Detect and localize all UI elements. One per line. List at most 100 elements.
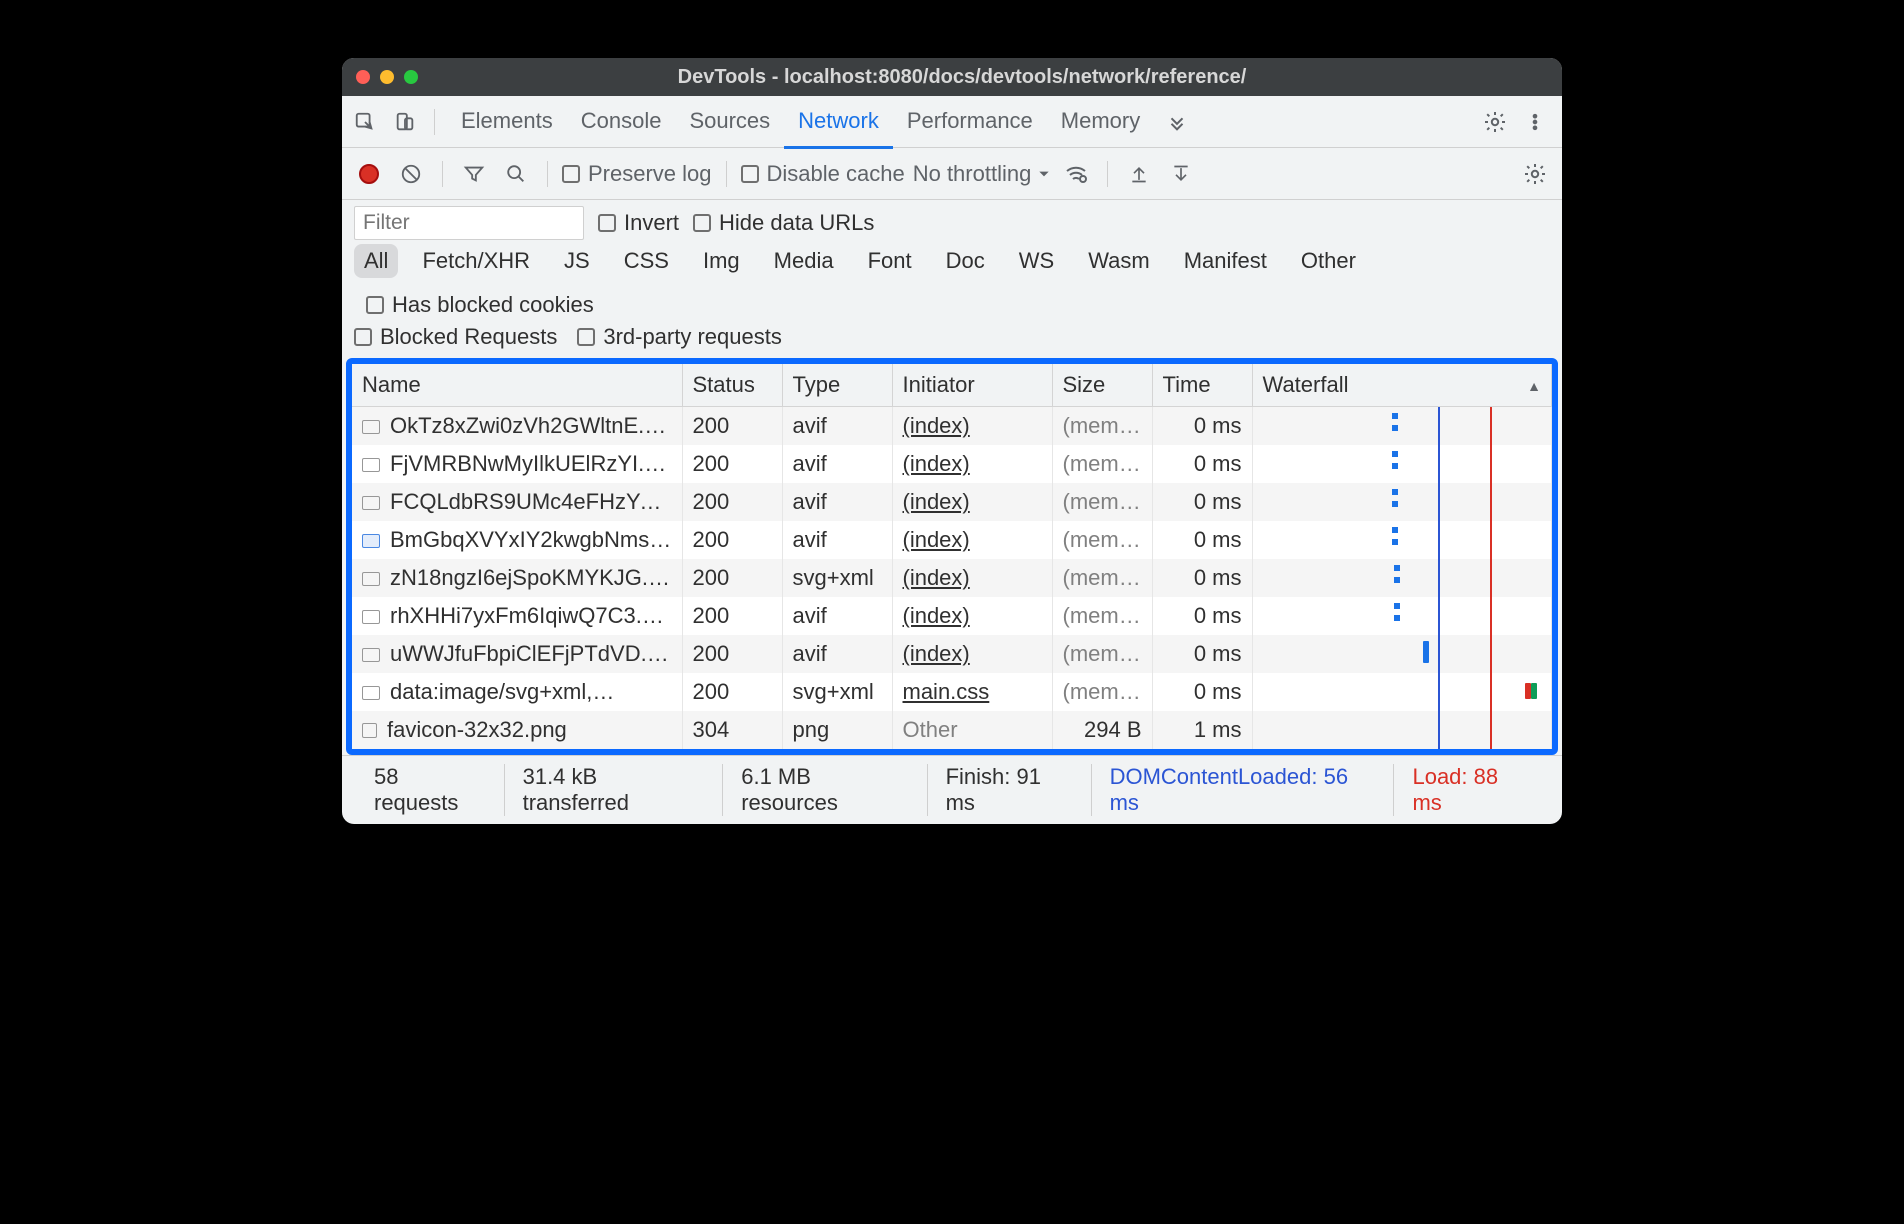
cell-waterfall (1252, 711, 1552, 749)
cell-name[interactable]: favicon-32x32.png (352, 711, 682, 749)
initiator-link[interactable]: (index) (903, 413, 970, 438)
network-settings-icon[interactable] (1518, 157, 1552, 191)
cell-name[interactable]: rhXHHi7yxFm6IqiwQ7C3.p… (352, 597, 682, 635)
column-size[interactable]: Size (1052, 364, 1152, 407)
type-filter-all[interactable]: All (354, 244, 398, 278)
tab-memory[interactable]: Memory (1047, 96, 1154, 148)
cell-time: 0 ms (1152, 635, 1252, 673)
column-initiator[interactable]: Initiator (892, 364, 1052, 407)
initiator-link[interactable]: main.css (903, 679, 990, 704)
cell-initiator[interactable]: (index) (892, 407, 1052, 446)
initiator-link[interactable]: (index) (903, 451, 970, 476)
export-har-icon[interactable] (1164, 157, 1198, 191)
kebab-menu-icon[interactable] (1518, 105, 1552, 139)
tab-sources[interactable]: Sources (675, 96, 784, 148)
preserve-log-label: Preserve log (588, 161, 712, 187)
type-filter-css[interactable]: CSS (614, 244, 679, 278)
cell-name[interactable]: zN18ngzI6ejSpoKMYKJG.s… (352, 559, 682, 597)
cell-name[interactable]: data:image/svg+xml,… (352, 673, 682, 711)
cell-initiator[interactable]: (index) (892, 483, 1052, 521)
type-filter-other[interactable]: Other (1291, 244, 1366, 278)
cell-status: 304 (682, 711, 782, 749)
preserve-log-checkbox[interactable]: Preserve log (562, 161, 712, 187)
third-party-checkbox[interactable]: 3rd-party requests (577, 324, 782, 350)
cell-size: (mem… (1052, 445, 1152, 483)
invert-checkbox[interactable]: Invert (598, 210, 679, 236)
cell-time: 1 ms (1152, 711, 1252, 749)
cell-initiator[interactable]: main.css (892, 673, 1052, 711)
cell-name[interactable]: FCQLdbRS9UMc4eFHzYvI… (352, 483, 682, 521)
filter-icon[interactable] (457, 157, 491, 191)
initiator-link[interactable]: (index) (903, 527, 970, 552)
close-icon[interactable] (356, 70, 370, 84)
tab-performance[interactable]: Performance (893, 96, 1047, 148)
type-filter-wasm[interactable]: Wasm (1078, 244, 1160, 278)
more-tabs-icon[interactable] (1160, 105, 1194, 139)
cell-name[interactable]: uWWJfuFbpiClEFjPTdVD.p… (352, 635, 682, 673)
request-row[interactable]: OkTz8xZwi0zVh2GWltnE.p…200avif(index)(me… (352, 407, 1552, 446)
type-filter-doc[interactable]: Doc (936, 244, 995, 278)
has-blocked-cookies-checkbox[interactable]: Has blocked cookies (366, 292, 594, 318)
cell-initiator[interactable]: (index) (892, 445, 1052, 483)
tab-network[interactable]: Network (784, 96, 893, 149)
column-name[interactable]: Name (352, 364, 682, 407)
column-status[interactable]: Status (682, 364, 782, 407)
type-filter-fetch-xhr[interactable]: Fetch/XHR (412, 244, 540, 278)
tab-elements[interactable]: Elements (447, 96, 567, 148)
cell-size: (mem… (1052, 483, 1152, 521)
settings-icon[interactable] (1478, 105, 1512, 139)
summary-load: Load: 88 ms (1393, 764, 1548, 816)
request-row[interactable]: zN18ngzI6ejSpoKMYKJG.s…200svg+xml(index)… (352, 559, 1552, 597)
hide-data-urls-checkbox[interactable]: Hide data URLs (693, 210, 874, 236)
tab-console[interactable]: Console (567, 96, 676, 148)
throttling-select[interactable]: No throttling (913, 161, 1052, 187)
network-conditions-icon[interactable] (1059, 157, 1093, 191)
blocked-requests-checkbox[interactable]: Blocked Requests (354, 324, 557, 350)
cell-status: 200 (682, 521, 782, 559)
request-row[interactable]: uWWJfuFbpiClEFjPTdVD.p…200avif(index)(me… (352, 635, 1552, 673)
cell-initiator[interactable]: (index) (892, 559, 1052, 597)
request-row[interactable]: FjVMRBNwMyIlkUElRzYI.p…200avif(index)(me… (352, 445, 1552, 483)
summary-resources: 6.1 MB resources (722, 764, 926, 816)
cell-waterfall (1252, 559, 1552, 597)
cell-size: (mem… (1052, 559, 1152, 597)
type-filter-ws[interactable]: WS (1009, 244, 1064, 278)
request-row[interactable]: BmGbqXVYxIY2kwgbNms…200avif(index)(mem…0… (352, 521, 1552, 559)
request-row[interactable]: FCQLdbRS9UMc4eFHzYvI…200avif(index)(mem…… (352, 483, 1552, 521)
cell-initiator[interactable]: (index) (892, 597, 1052, 635)
request-row[interactable]: favicon-32x32.png304pngOther294 B1 ms (352, 711, 1552, 749)
type-filter-media[interactable]: Media (764, 244, 844, 278)
import-har-icon[interactable] (1122, 157, 1156, 191)
cell-waterfall (1252, 407, 1552, 446)
cell-name[interactable]: OkTz8xZwi0zVh2GWltnE.p… (352, 407, 682, 446)
disable-cache-checkbox[interactable]: Disable cache (741, 161, 905, 187)
file-type-icon (362, 686, 380, 700)
requests-table: NameStatusTypeInitiatorSizeTimeWaterfall… (346, 358, 1558, 755)
cell-type: svg+xml (782, 559, 892, 597)
initiator-link[interactable]: (index) (903, 489, 970, 514)
clear-icon[interactable] (394, 157, 428, 191)
column-time[interactable]: Time (1152, 364, 1252, 407)
type-filter-manifest[interactable]: Manifest (1174, 244, 1277, 278)
cell-initiator[interactable]: (index) (892, 635, 1052, 673)
inspect-element-icon[interactable] (348, 105, 382, 139)
initiator-link[interactable]: (index) (903, 641, 970, 666)
initiator-link[interactable]: (index) (903, 565, 970, 590)
type-filter-font[interactable]: Font (858, 244, 922, 278)
column-waterfall[interactable]: Waterfall (1252, 364, 1552, 407)
type-filter-js[interactable]: JS (554, 244, 600, 278)
request-row[interactable]: rhXHHi7yxFm6IqiwQ7C3.p…200avif(index)(me… (352, 597, 1552, 635)
separator (434, 109, 435, 135)
type-filter-img[interactable]: Img (693, 244, 750, 278)
cell-name[interactable]: BmGbqXVYxIY2kwgbNms… (352, 521, 682, 559)
column-type[interactable]: Type (782, 364, 892, 407)
summary-finish: Finish: 91 ms (927, 764, 1091, 816)
cell-name[interactable]: FjVMRBNwMyIlkUElRzYI.p… (352, 445, 682, 483)
filter-input[interactable] (354, 206, 584, 240)
cell-initiator[interactable]: (index) (892, 521, 1052, 559)
request-row[interactable]: data:image/svg+xml,…200svg+xmlmain.css(m… (352, 673, 1552, 711)
search-icon[interactable] (499, 157, 533, 191)
initiator-link[interactable]: (index) (903, 603, 970, 628)
record-button[interactable] (352, 157, 386, 191)
device-toggle-icon[interactable] (388, 105, 422, 139)
